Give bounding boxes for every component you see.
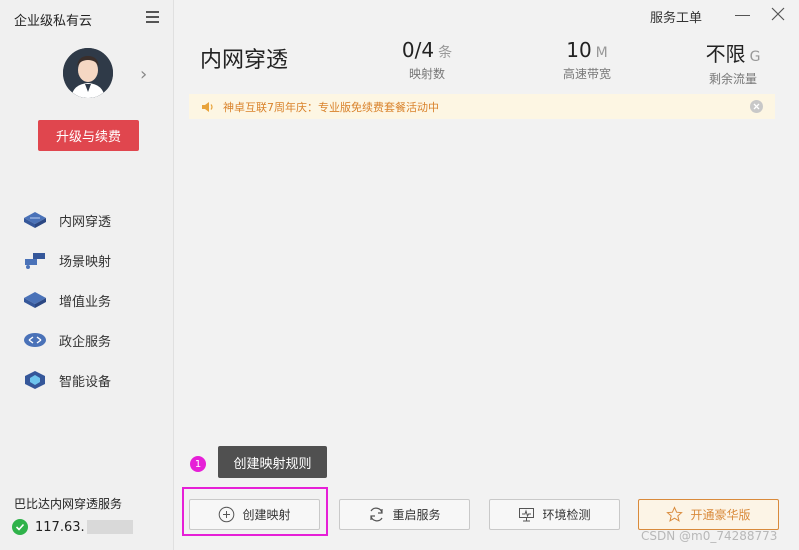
banner-text: 神卓互联7周年庆：专业版免续费套餐活动中: [223, 100, 439, 114]
tunnel-icon: [23, 209, 47, 231]
star-icon: [666, 506, 684, 523]
stat-value: 10: [566, 38, 592, 62]
sidebar-nav: 内网穿透 场景映射 增值业务 政企服务 智能设备: [0, 200, 174, 400]
stat-unit: G: [749, 49, 761, 65]
speaker-icon: [201, 100, 215, 114]
sidebar-item-value-add[interactable]: 增值业务: [0, 280, 174, 320]
minimize-icon[interactable]: [732, 6, 752, 24]
sidebar-item-label: 政企服务: [59, 334, 112, 350]
app-title: 企业级私有云: [14, 14, 93, 29]
chevron-right-icon[interactable]: ›: [140, 64, 147, 85]
upgrade-button[interactable]: 升级与续费: [38, 120, 139, 151]
ip-address: 117.63.: [35, 519, 85, 535]
stat-label: 剩余流量: [708, 72, 757, 86]
stat-unit: 条: [438, 45, 453, 61]
stat-value: 0/4: [401, 38, 435, 62]
value-add-icon: [23, 289, 47, 311]
environment-check-button[interactable]: 环境检测: [489, 499, 620, 530]
restart-service-label: 重启服务: [392, 508, 441, 522]
ip-redaction: [86, 520, 133, 534]
sidebar-item-label: 内网穿透: [59, 214, 112, 230]
stat-unit: M: [595, 45, 608, 61]
stat-traffic: 不限 G 剩余流量: [681, 38, 785, 87]
create-mapping-button[interactable]: 创建映射: [189, 499, 320, 530]
check-circle-icon: [12, 519, 28, 535]
deluxe-upgrade-label: 开通豪华版: [690, 508, 751, 522]
guide-tooltip: 创建映射规则: [218, 446, 327, 478]
smart-device-icon: [23, 369, 47, 391]
sidebar-item-scene-map[interactable]: 场景映射: [0, 240, 174, 280]
restart-service-button[interactable]: 重启服务: [339, 499, 470, 530]
stat-bandwidth: 10 M 高速带宽: [535, 38, 639, 82]
scene-map-icon: [23, 249, 47, 271]
sidebar-item-tunnel[interactable]: 内网穿透: [0, 200, 174, 240]
stat-label: 映射数: [408, 67, 445, 81]
sidebar-item-enterprise[interactable]: 政企服务: [0, 320, 174, 360]
close-icon[interactable]: [769, 5, 787, 23]
stat-value: 不限: [705, 42, 746, 66]
page-title: 内网穿透: [200, 48, 289, 73]
menu-icon[interactable]: [146, 11, 159, 23]
refresh-icon: [368, 506, 385, 523]
main-panel: 服务工单 内网穿透 0/4 条 映射数 10 M 高速带宽 不限 G 剩余流量 神卓互…: [175, 0, 799, 550]
step-badge: 1: [190, 456, 206, 472]
promo-banner: 神卓互联7周年庆：专业版免续费套餐活动中: [189, 94, 775, 119]
service-name: 巴比达内网穿透服务: [14, 497, 123, 511]
enterprise-icon: [23, 329, 47, 351]
stat-label: 高速带宽: [562, 67, 611, 81]
ip-status: 117.63.: [12, 519, 133, 535]
environment-check-label: 环境检测: [542, 508, 591, 522]
monitor-icon: [518, 506, 535, 523]
sidebar-item-label: 场景映射: [59, 254, 112, 270]
deluxe-upgrade-button[interactable]: 开通豪华版: [638, 499, 779, 530]
sidebar: 企业级私有云 › 升级与续费 内网穿透 场景映射 增值业务 政企服务 智能设备 …: [0, 0, 174, 550]
plus-circle-icon: [218, 506, 235, 523]
banner-close-icon[interactable]: [750, 100, 763, 113]
watermark: CSDN @m0_74288773: [641, 529, 778, 543]
sidebar-item-label: 智能设备: [59, 374, 112, 390]
sidebar-item-label: 增值业务: [59, 294, 112, 310]
service-ticket-link[interactable]: 服务工单: [650, 7, 702, 26]
avatar[interactable]: [63, 48, 113, 98]
create-mapping-label: 创建映射: [242, 508, 291, 522]
sidebar-item-smart-device[interactable]: 智能设备: [0, 360, 174, 400]
stat-mappings: 0/4 条 映射数: [375, 38, 479, 82]
